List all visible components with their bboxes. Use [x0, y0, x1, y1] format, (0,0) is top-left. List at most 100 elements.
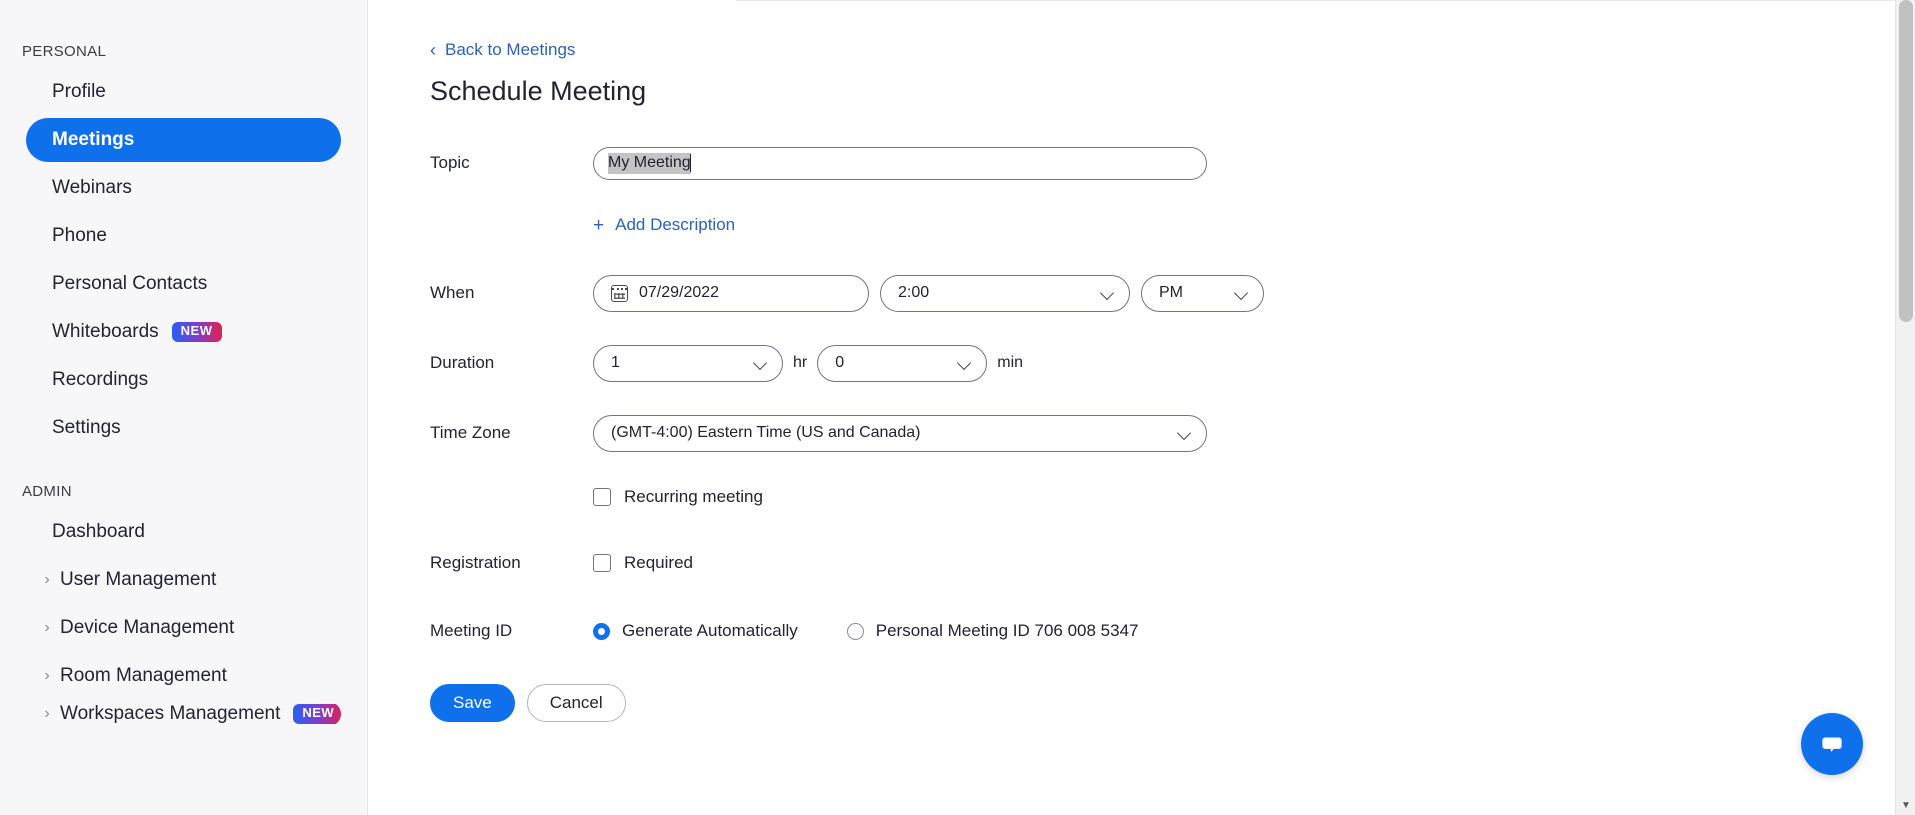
- new-badge: NEW: [171, 322, 222, 342]
- meeting-id-radio-group: Generate Automatically Personal Meeting …: [593, 621, 1139, 641]
- topic-row: Topic My Meeting: [430, 143, 1915, 183]
- chat-bubble-icon: [1822, 737, 1842, 753]
- duration-hours-select[interactable]: 1: [593, 344, 783, 382]
- when-label: When: [430, 283, 475, 302]
- sidebar-item-label: Dashboard: [52, 521, 145, 542]
- new-badge: NEW: [293, 704, 341, 724]
- chevron-right-icon: ›: [44, 571, 50, 588]
- meeting-date-input[interactable]: 07/29/2022: [593, 274, 869, 312]
- topic-label: Topic: [430, 153, 470, 172]
- main-content: ‹ Back to Meetings Schedule Meeting Topi…: [368, 0, 1915, 815]
- plus-icon: +: [593, 214, 605, 236]
- sidebar-item-label: Recordings: [52, 369, 149, 390]
- duration-minutes-unit: min: [997, 354, 1024, 371]
- chat-support-button[interactable]: [1801, 713, 1863, 775]
- recurring-meeting-label[interactable]: Recurring meeting: [624, 487, 763, 507]
- duration-minutes-select[interactable]: 0: [817, 344, 988, 382]
- meeting-id-auto-label[interactable]: Generate Automatically: [622, 621, 798, 641]
- sidebar-item-label: Profile: [52, 81, 106, 102]
- meeting-id-label: Meeting ID: [430, 621, 513, 640]
- meeting-id-personal-radio[interactable]: [846, 622, 864, 640]
- duration-label: Duration: [430, 353, 495, 372]
- chevron-right-icon: ›: [44, 705, 50, 722]
- back-link-label: Back to Meetings: [445, 40, 576, 59]
- duration-hours-unit: hr: [793, 354, 808, 371]
- sidebar-section-label-admin: ADMIN: [22, 483, 72, 500]
- meeting-meridiem-select[interactable]: PM: [1141, 274, 1264, 312]
- save-button[interactable]: Save: [430, 684, 515, 722]
- page-scrollbar[interactable]: ▼: [1895, 0, 1915, 815]
- chevron-down-icon: [754, 356, 768, 370]
- recurring-meeting-row: Recurring meeting: [430, 477, 1915, 517]
- cancel-button-label: Cancel: [549, 693, 603, 712]
- sidebar-item-label: User Management: [60, 569, 217, 590]
- chevron-left-icon: ‹: [430, 40, 436, 60]
- registration-required-checkbox[interactable]: [593, 554, 611, 572]
- sidebar-item-personal-contacts[interactable]: Personal Contacts: [26, 262, 341, 306]
- duration-row: Duration 1 hr 0 min: [430, 343, 1915, 383]
- when-row: When 07/29/2022 2:00 PM: [430, 273, 1915, 313]
- sidebar-item-device-management[interactable]: › Device Management: [26, 606, 341, 650]
- timezone-select[interactable]: (GMT-4:00) Eastern Time (US and Canada): [593, 414, 1207, 452]
- app-root: PERSONAL Profile Meetings Webinars Phone…: [0, 0, 1915, 815]
- form-actions-row: Save Cancel: [430, 683, 1915, 723]
- sidebar-item-workspaces-management[interactable]: › Workspaces Management NEW: [26, 702, 341, 726]
- topic-input[interactable]: My Meeting: [593, 146, 1207, 180]
- sidebar-item-profile[interactable]: Profile: [26, 70, 341, 114]
- sidebar-item-label: Settings: [52, 417, 121, 438]
- meeting-date-value: 07/29/2022: [639, 284, 720, 301]
- text-caret: [689, 154, 691, 172]
- sidebar-item-label: Meetings: [52, 129, 135, 150]
- calendar-icon: [611, 284, 628, 302]
- sidebar-item-label: Phone: [52, 225, 107, 246]
- add-description-button[interactable]: + Add Description: [593, 215, 735, 235]
- sidebar-item-label: Device Management: [60, 617, 235, 638]
- sidebar-item-room-management[interactable]: › Room Management: [26, 654, 341, 698]
- scroll-down-arrow-icon[interactable]: ▼: [1896, 795, 1915, 815]
- sidebar-item-label: Workspaces Management: [60, 703, 281, 724]
- sidebar-item-user-management[interactable]: › User Management: [26, 558, 341, 602]
- cancel-button[interactable]: Cancel: [526, 684, 626, 722]
- page-title: Schedule Meeting: [430, 76, 647, 106]
- chevron-down-icon: [1235, 286, 1249, 300]
- registration-required-label[interactable]: Required: [624, 553, 693, 573]
- sidebar-item-dashboard[interactable]: Dashboard: [26, 510, 341, 554]
- back-to-meetings-link[interactable]: ‹ Back to Meetings: [430, 40, 575, 60]
- timezone-row: Time Zone (GMT-4:00) Eastern Time (US an…: [430, 413, 1915, 453]
- save-button-label: Save: [453, 693, 492, 712]
- chevron-down-icon: [958, 356, 972, 370]
- chevron-down-icon: [1101, 286, 1115, 300]
- sidebar-item-label: Personal Contacts: [52, 273, 208, 294]
- sidebar-item-phone[interactable]: Phone: [26, 214, 341, 258]
- registration-row: Registration Required: [430, 543, 1915, 583]
- meeting-id-personal-label[interactable]: Personal Meeting ID 706 008 5347: [876, 621, 1139, 641]
- sidebar-item-label: Webinars: [52, 177, 132, 198]
- sidebar-item-whiteboards[interactable]: Whiteboards NEW: [26, 310, 341, 354]
- sidebar-item-recordings[interactable]: Recordings: [26, 358, 341, 402]
- meeting-id-auto-radio[interactable]: [593, 622, 610, 640]
- chevron-down-icon: [1178, 426, 1192, 440]
- sidebar-item-meetings[interactable]: Meetings: [26, 118, 341, 162]
- duration-hours-value: 1: [611, 354, 620, 371]
- add-description-label: Add Description: [615, 215, 736, 234]
- sidebar: PERSONAL Profile Meetings Webinars Phone…: [0, 0, 368, 815]
- meeting-time-value: 2:00: [898, 284, 930, 301]
- timezone-value: (GMT-4:00) Eastern Time (US and Canada): [611, 424, 921, 441]
- chevron-right-icon: ›: [44, 667, 50, 684]
- sidebar-section-label-personal: PERSONAL: [22, 43, 107, 60]
- chevron-right-icon: ›: [44, 619, 50, 636]
- scrollbar-thumb[interactable]: [1899, 0, 1913, 322]
- topic-input-value: My Meeting: [608, 152, 691, 174]
- top-divider: [736, 0, 1895, 1]
- sidebar-item-settings[interactable]: Settings: [26, 406, 341, 450]
- registration-label: Registration: [430, 553, 521, 572]
- sidebar-item-label: Room Management: [60, 665, 227, 686]
- meeting-time-select[interactable]: 2:00: [880, 274, 1130, 312]
- duration-minutes-value: 0: [835, 354, 845, 371]
- sidebar-item-webinars[interactable]: Webinars: [26, 166, 341, 210]
- meeting-id-row: Meeting ID Generate Automatically Person…: [430, 611, 1915, 651]
- recurring-meeting-checkbox[interactable]: [593, 488, 611, 506]
- meeting-meridiem-value: PM: [1159, 284, 1183, 301]
- timezone-label: Time Zone: [430, 423, 511, 442]
- sidebar-item-label: Whiteboards: [52, 321, 159, 342]
